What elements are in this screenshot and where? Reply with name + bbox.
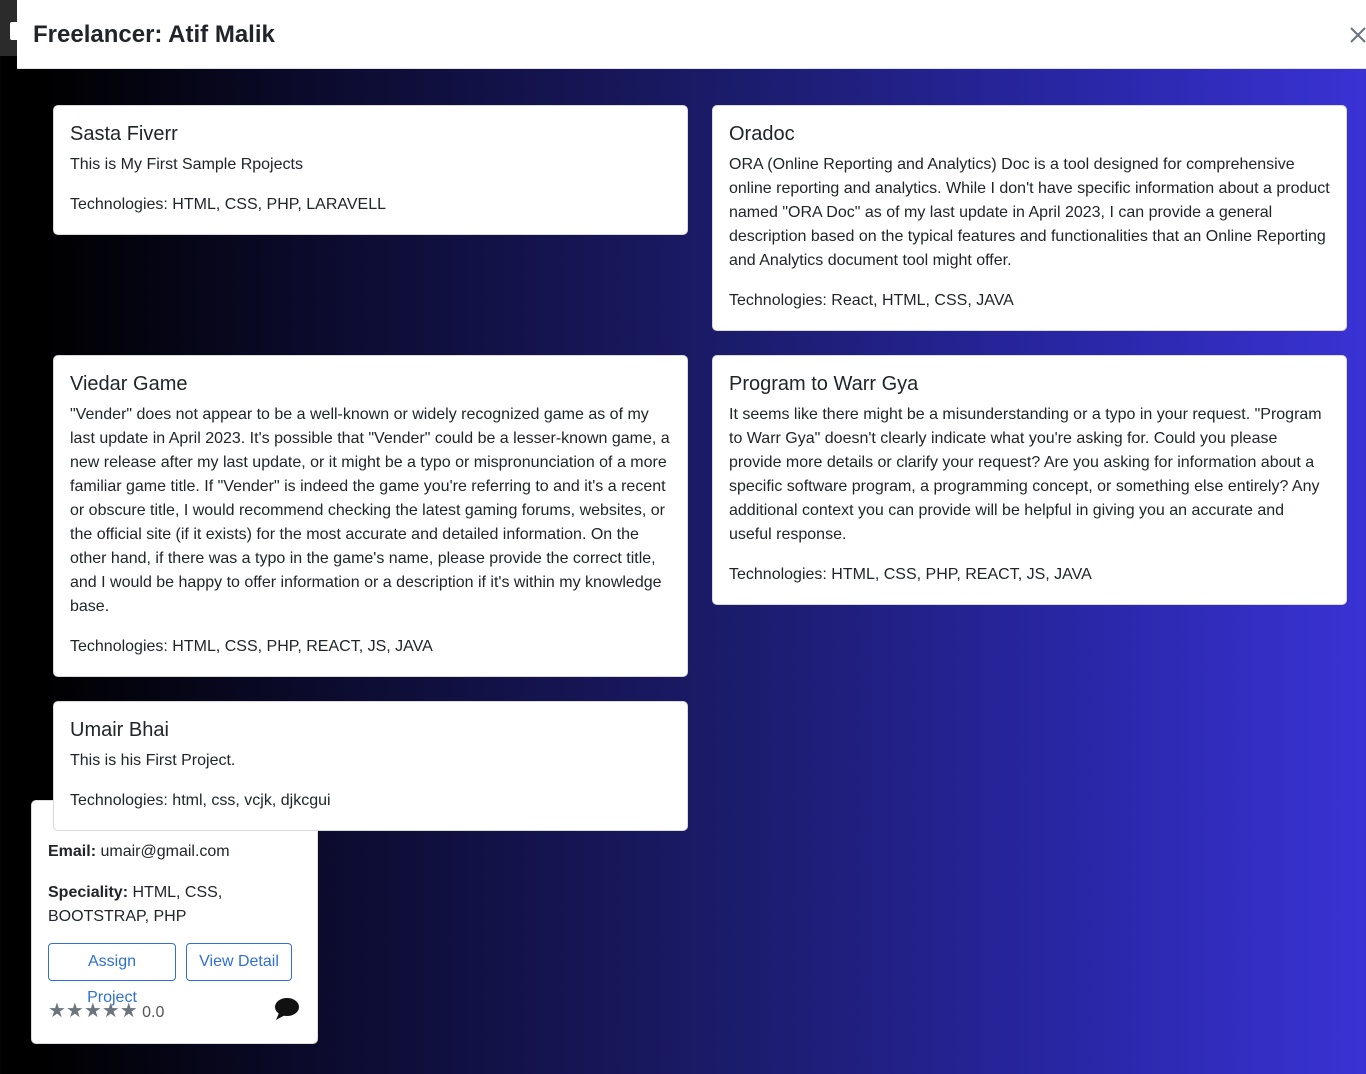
project-card: Sasta Fiverr This is My First Sample Rpo… (53, 105, 688, 235)
speciality-label: Speciality: (48, 884, 129, 901)
freelancer-speciality: Speciality: HTML, CSS, BOOTSTRAP, PHP (48, 881, 248, 929)
project-title: Program to Warr Gya (729, 373, 919, 395)
project-technologies: Technologies: HTML, CSS, PHP, LARAVELL (70, 196, 386, 213)
modal-body: Sasta Fiverr This is My First Sample Rpo… (17, 69, 1366, 847)
project-technologies: Technologies: React, HTML, CSS, JAVA (729, 292, 1014, 309)
freelancer-modal: Freelancer: Atif Malik Sasta Fiverr This… (17, 0, 1366, 847)
project-card: Umair Bhai This is his First Project. Te… (53, 701, 688, 831)
project-description: ORA (Online Reporting and Analytics) Doc… (729, 156, 1330, 269)
modal-title: Freelancer: Atif Malik (33, 21, 275, 48)
project-card: Oradoc ORA (Online Reporting and Analyti… (712, 105, 1347, 331)
project-technologies: Technologies: HTML, CSS, PHP, REACT, JS,… (729, 566, 1092, 583)
background-page-edge (0, 0, 17, 56)
rating-value: 0.0 (142, 1004, 165, 1021)
project-title: Viedar Game (70, 373, 188, 395)
close-button[interactable] (1343, 18, 1366, 52)
chat-bubble-icon[interactable] (274, 997, 300, 1021)
view-detail-button[interactable]: View Detail (186, 943, 292, 981)
project-title: Sasta Fiverr (70, 123, 178, 145)
project-description: "Vender" does not appear to be a well-kn… (70, 406, 670, 615)
project-description: It seems like there might be a misunders… (729, 406, 1322, 543)
project-card: Viedar Game "Vender" does not appear to … (53, 355, 688, 677)
background-page-mark (10, 22, 17, 40)
project-technologies: Technologies: html, css, vcjk, djkcgui (70, 792, 331, 809)
project-description: This is his First Project. (70, 752, 236, 769)
project-description: This is My First Sample Rpojects (70, 156, 303, 173)
close-icon (1350, 27, 1366, 43)
project-card: Program to Warr Gya It seems like there … (712, 355, 1347, 605)
project-technologies: Technologies: HTML, CSS, PHP, REACT, JS,… (70, 638, 433, 655)
project-title: Oradoc (729, 123, 795, 145)
assign-project-button[interactable]: Assign Project (48, 943, 176, 1006)
modal-header: Freelancer: Atif Malik (17, 0, 1366, 69)
project-title: Umair Bhai (70, 719, 169, 741)
star-rating-icons: ★★★★★ (48, 1000, 138, 1022)
rating: ★★★★★ 0.0 (48, 998, 164, 1023)
